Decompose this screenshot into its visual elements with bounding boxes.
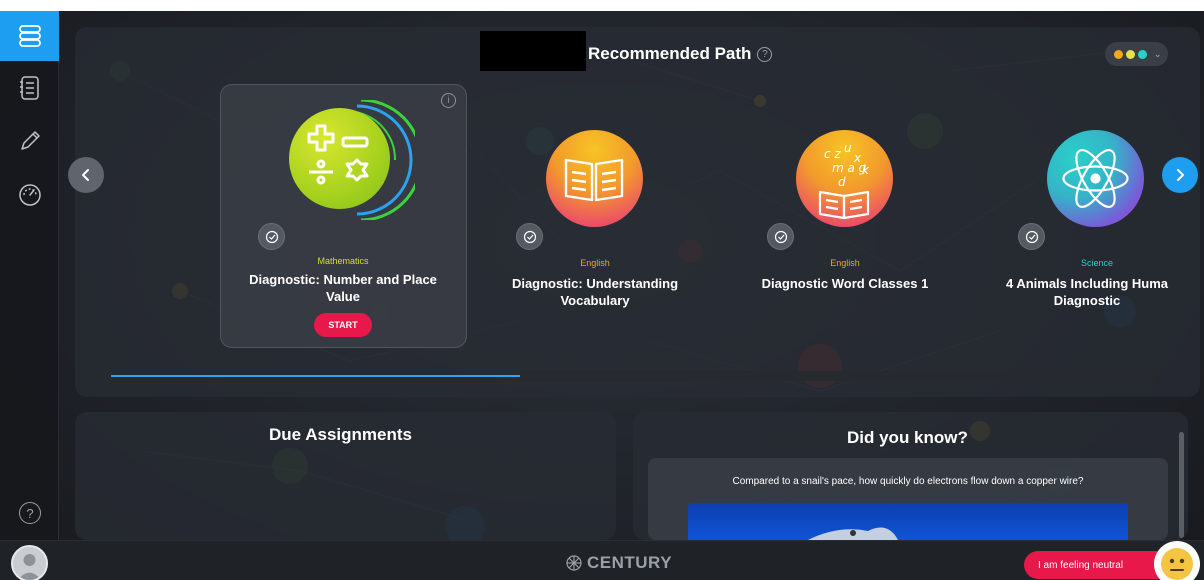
book-icon xyxy=(564,158,624,202)
check-icon xyxy=(1018,223,1045,250)
title-text: Recommended Path xyxy=(588,44,752,63)
course-subject: English xyxy=(830,258,860,268)
sidebar-item-path[interactable] xyxy=(0,11,59,61)
course-subject: English xyxy=(580,258,610,268)
notebook-icon xyxy=(20,76,39,100)
start-button[interactable]: START xyxy=(314,313,372,337)
theme-dot xyxy=(1114,49,1123,59)
pencil-icon xyxy=(21,131,40,150)
course-title: Diagnostic: Number and Place Value xyxy=(249,272,437,304)
svg-text:c z: c z xyxy=(824,147,841,161)
science-course-image[interactable] xyxy=(1047,130,1144,227)
letters-book-icon: c z u x m a g k d xyxy=(818,141,870,220)
vocabulary-course-image[interactable] xyxy=(546,130,643,227)
math-symbols-icon xyxy=(307,124,369,185)
chevron-right-icon xyxy=(1177,169,1184,181)
course-title[interactable]: Diagnostic Word Classes 1 xyxy=(735,275,955,292)
previous-button[interactable] xyxy=(68,157,104,193)
top-strip xyxy=(0,0,1204,11)
check-icon xyxy=(258,223,285,250)
dashboard-icon xyxy=(19,184,41,206)
sidebar-item-notebook[interactable] xyxy=(8,66,52,110)
avatar[interactable] xyxy=(11,545,48,580)
theme-dot xyxy=(1126,49,1135,59)
sidebar-item-dashboard[interactable] xyxy=(8,173,52,217)
svg-text:u: u xyxy=(844,141,852,155)
logo-text: CENTURY xyxy=(587,553,673,572)
svg-text:k: k xyxy=(862,163,870,177)
next-button[interactable] xyxy=(1162,157,1198,193)
century-logo: CENTURY xyxy=(565,553,672,573)
course-subject: Mathematics xyxy=(317,256,369,266)
course-title[interactable]: Diagnostic: Understanding Vocabulary xyxy=(485,275,705,309)
chevron-left-icon xyxy=(82,169,89,181)
sidebar xyxy=(0,11,59,580)
course-title[interactable]: 4 Animals Including Huma Diagnostic xyxy=(987,275,1187,309)
scrollbar[interactable] xyxy=(1179,432,1184,538)
redacted-name xyxy=(480,31,586,71)
theme-dot xyxy=(1138,49,1147,59)
mood-face[interactable] xyxy=(1154,541,1200,580)
info-icon[interactable]: i xyxy=(441,93,456,108)
math-course-image xyxy=(289,108,390,209)
did-you-know-question: Compared to a snail's pace, how quickly … xyxy=(732,476,1084,487)
mood-button[interactable]: I am feeling neutral xyxy=(1024,551,1160,579)
svg-text:d: d xyxy=(838,175,846,189)
neutral-face-icon xyxy=(1161,548,1193,580)
theme-picker[interactable]: ⌄ xyxy=(1105,42,1168,66)
question-icon[interactable]: ? xyxy=(757,46,773,62)
did-you-know-image xyxy=(688,503,1128,540)
atom-icon xyxy=(1062,149,1129,208)
path-icon xyxy=(18,25,41,47)
help-icon[interactable]: ? xyxy=(19,502,41,524)
course-subject: Science xyxy=(1080,258,1114,268)
sidebar-item-pencil[interactable] xyxy=(8,119,52,163)
due-assignments-heading: Due Assignments xyxy=(269,425,412,444)
page-title: Recommended Path ? xyxy=(588,44,773,64)
century-logo-icon xyxy=(566,555,582,571)
check-icon xyxy=(516,223,543,250)
word-classes-course-image[interactable]: c z u x m a g k d xyxy=(796,130,893,227)
check-icon xyxy=(767,223,794,250)
chevron-down-icon: ⌄ xyxy=(1154,48,1162,59)
did-you-know-heading: Did you know? xyxy=(847,428,968,447)
path-scroll-progress xyxy=(111,375,520,377)
